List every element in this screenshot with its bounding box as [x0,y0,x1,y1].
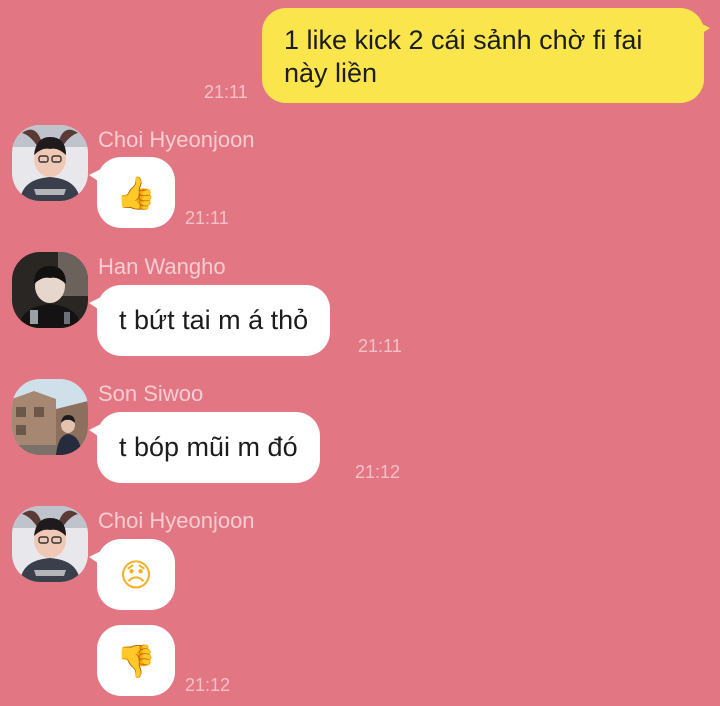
sender-name: Han Wangho [98,254,226,279]
sender-name: Choi Hyeonjoon [98,127,255,152]
sender-name: Choi Hyeonjoon [98,508,255,533]
message-timestamp: 21:11 [185,208,229,228]
disappointed-face-icon: 😞 [119,555,153,594]
outgoing-message-text: 1 like kick 2 cái sảnh chờ fi fai này li… [284,25,643,88]
message-text: t bóp mũi m đó [119,432,298,462]
chat-view: 21:11 1 like kick 2 cái sảnh chờ fi fai … [0,0,720,706]
outgoing-message-bubble[interactable]: 1 like kick 2 cái sảnh chờ fi fai này li… [262,8,710,103]
avatar-choi-hyeonjoon[interactable] [12,125,88,201]
avatar-choi-hyeonjoon[interactable] [12,506,88,582]
thumbs-up-icon: 👍 [116,173,156,212]
avatar-photo [12,506,88,582]
sender-name: Son Siwoo [98,381,204,406]
message-bubble[interactable]: 👎 [97,625,175,696]
message-bubble[interactable]: t bóp mũi m đó [89,412,320,483]
thumbs-down-icon: 👎 [116,641,156,680]
message-timestamp: 21:11 [358,336,402,356]
message-timestamp: 21:12 [355,462,401,482]
message-bubble[interactable]: t bứt tai m á thỏ [88,285,331,356]
avatar-han-wangho[interactable] [12,252,88,328]
message-bubble[interactable]: 😞 [89,539,175,610]
avatar-son-siwoo[interactable] [12,379,88,455]
avatar-photo [12,252,88,328]
avatar-photo [12,125,88,201]
message-timestamp: 21:12 [185,675,231,695]
avatar-photo [12,379,88,455]
message-text: t bứt tai m á thỏ [119,305,309,335]
outgoing-timestamp: 21:11 [204,82,248,102]
message-bubble[interactable]: 👍 [89,157,175,228]
